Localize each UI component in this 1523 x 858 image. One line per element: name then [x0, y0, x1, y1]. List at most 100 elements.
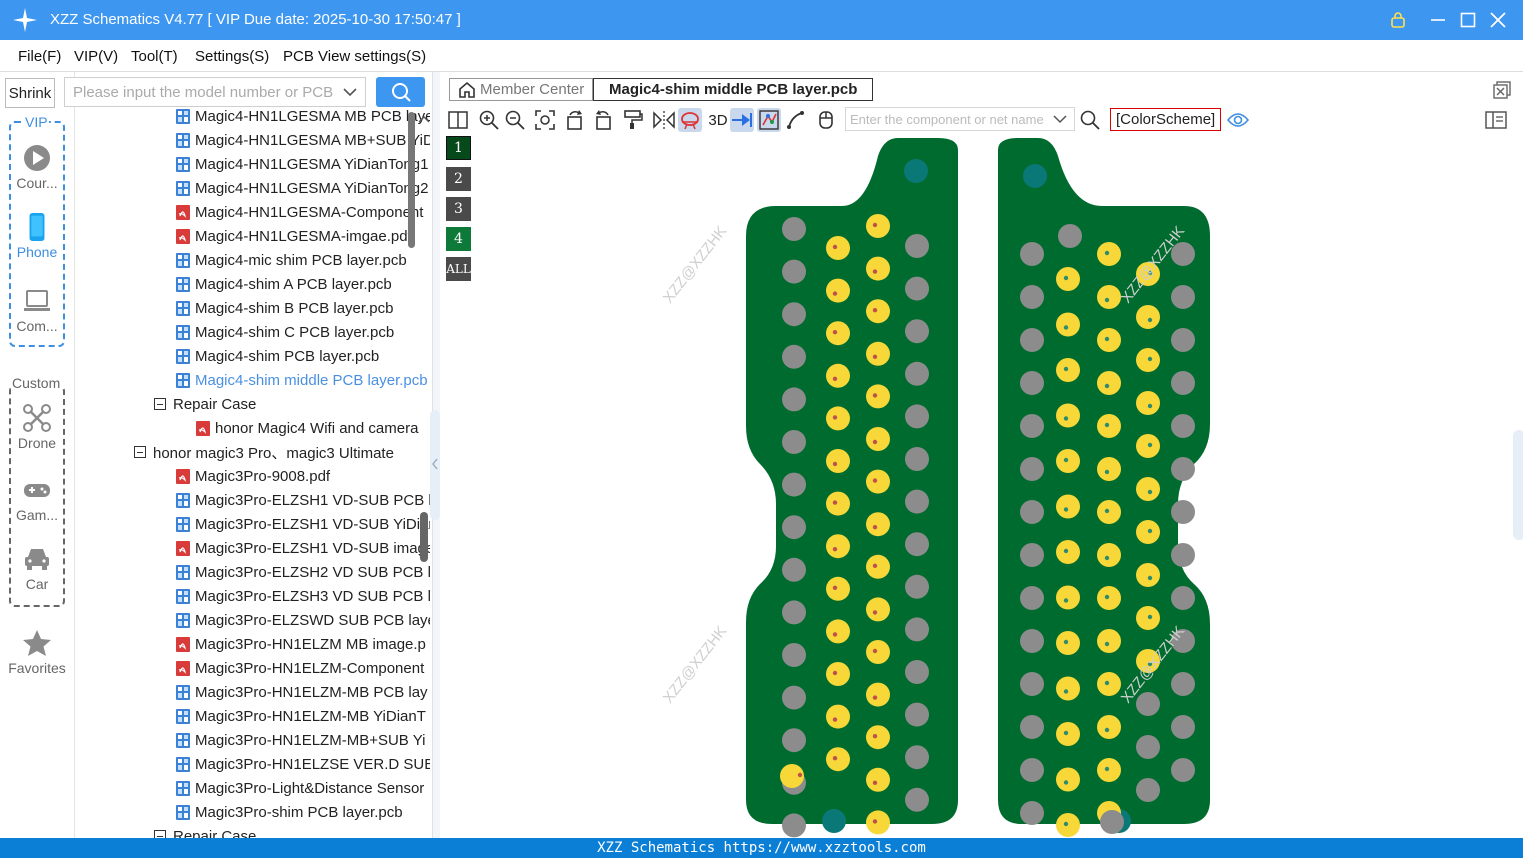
- tree-file[interactable]: Magic3Pro-9008.pdf: [176, 465, 330, 487]
- tree-file[interactable]: Magic4-mic shim PCB layer.pcb: [176, 249, 407, 271]
- tree-file[interactable]: honor Magic4 Wifi and camera: [196, 417, 418, 439]
- search-button[interactable]: [376, 77, 425, 107]
- tree-file[interactable]: Magic4-HN1LGESMA-Component: [176, 201, 423, 223]
- close-tabs-icon[interactable]: [1493, 81, 1511, 99]
- gold-pad: [1097, 543, 1121, 567]
- paint-roller-icon[interactable]: [621, 108, 645, 132]
- maximize-icon[interactable]: [1454, 6, 1482, 34]
- net-view-icon[interactable]: [757, 108, 781, 132]
- tab-active-file[interactable]: Magic4-shim middle PCB layer.pcb: [593, 78, 874, 101]
- pad-via: [1147, 614, 1153, 620]
- home-icon: [459, 81, 475, 98]
- menu-tool[interactable]: Tool(T): [131, 48, 178, 65]
- tree-file[interactable]: Magic4-HN1LGESMA MB PCB laye: [176, 108, 430, 127]
- model-search-input[interactable]: [65, 78, 335, 106]
- tree-file[interactable]: Magic3Pro-HN1ELZSE VER.D SUB I: [176, 753, 430, 775]
- sidebar-item-courses[interactable]: Cour...: [0, 144, 74, 191]
- menu-pcb-view-settings[interactable]: PCB View settings(S): [283, 48, 426, 65]
- hand-pan-icon[interactable]: [814, 108, 838, 132]
- gray-pad: [1020, 758, 1044, 782]
- split-view-icon[interactable]: [446, 108, 470, 132]
- tree-file[interactable]: Magic4-shim A PCB layer.pcb: [176, 273, 392, 295]
- pad-via: [1104, 469, 1110, 475]
- side-panel-icon[interactable]: [1484, 108, 1508, 132]
- layer-toggle-icon[interactable]: [678, 108, 702, 132]
- zoom-in-icon[interactable]: [477, 108, 501, 132]
- tree-file[interactable]: Magic4-shim PCB layer.pcb: [176, 345, 379, 367]
- gray-pad: [905, 276, 929, 301]
- tree-file[interactable]: Magic4-HN1LGESMA YiDianTong2: [176, 177, 428, 199]
- sidebar-item-drone[interactable]: Drone: [0, 404, 74, 451]
- tree-scrollbar-inner[interactable]: [408, 112, 415, 248]
- tree-file[interactable]: Magic3Pro-ELZSH2 VD SUB PCB la: [176, 561, 430, 583]
- right-panel-handle[interactable]: [1513, 430, 1523, 540]
- tree-file[interactable]: Magic3Pro-ELZSWD SUB PCB layer: [176, 609, 430, 631]
- lock-icon[interactable]: [1384, 6, 1412, 34]
- pcb-drawing[interactable]: XZZ@XZZHKXZZ@XZZHKXZZ@XZZHKXZZ@XZZHK: [442, 134, 1523, 838]
- pcb-canvas[interactable]: XZZ@XZZHK XZZ@XZZHK XZZ@XZZHK XZZ@XZZHK: [442, 134, 1523, 838]
- tree-node-label: Magic3Pro-ELZSH3 VD SUB PCB la: [195, 587, 430, 605]
- menu-settings[interactable]: Settings(S): [195, 48, 269, 65]
- collapse-icon[interactable]: [154, 398, 166, 410]
- scroll-up-icon[interactable]: [418, 114, 430, 124]
- tree-file[interactable]: Magic3Pro-HN1ELZM MB image.p: [176, 633, 426, 655]
- tree-file[interactable]: Magic3Pro-HN1ELZM-MB YiDianT: [176, 705, 426, 727]
- mirror-icon[interactable]: [652, 108, 676, 132]
- sidebar-item-games[interactable]: Gam...: [0, 476, 74, 523]
- collapse-icon[interactable]: [134, 446, 146, 458]
- pin-highlight-icon[interactable]: [730, 108, 754, 132]
- sidebar-item-car[interactable]: Car: [0, 545, 74, 592]
- chevron-down-icon[interactable]: [343, 86, 357, 98]
- tree-file[interactable]: Magic3Pro-ELZSH1 VD-SUB image: [176, 537, 430, 559]
- tree-file[interactable]: Magic4-HN1LGESMA YiDianTong1: [176, 153, 428, 175]
- pad-via: [1063, 275, 1069, 281]
- collapse-panel-handle[interactable]: [430, 410, 440, 520]
- component-search-icon[interactable]: [1078, 108, 1102, 132]
- tree-file[interactable]: Magic3Pro-shim PCB layer.pcb: [176, 801, 403, 823]
- tree-file[interactable]: Magic3Pro-HN1ELZM-Component: [176, 657, 424, 679]
- rotate-left-icon[interactable]: [563, 108, 587, 132]
- menu-vip[interactable]: VIP(V): [74, 48, 118, 65]
- tree-folder[interactable]: Repair Case: [154, 393, 256, 415]
- tree-file[interactable]: Magic4-HN1LGESMA MB+SUB YiD: [176, 129, 430, 151]
- layer-all-button[interactable]: ALL: [446, 257, 471, 281]
- sidebar-item-phone[interactable]: Phone: [0, 213, 74, 260]
- layer-1-button[interactable]: 1: [446, 136, 471, 160]
- measure-icon[interactable]: [784, 108, 808, 132]
- pad-via: [1104, 766, 1110, 772]
- tab-member-center[interactable]: Member Center: [449, 78, 594, 101]
- collapse-icon[interactable]: [154, 830, 166, 838]
- chevron-down-icon[interactable]: [1053, 114, 1067, 125]
- tree-folder[interactable]: honor magic3 Pro、magic3 Ultimate: [134, 441, 394, 463]
- close-icon[interactable]: [1484, 6, 1512, 34]
- fit-screen-icon[interactable]: [533, 108, 557, 132]
- sidebar-item-computer[interactable]: Com...: [0, 287, 74, 334]
- layer-2-button[interactable]: 2: [446, 167, 471, 191]
- tree-file[interactable]: Magic4-shim C PCB layer.pcb: [176, 321, 394, 343]
- color-scheme-button[interactable]: [ColorScheme]: [1110, 108, 1222, 131]
- tree-file[interactable]: Magic4-shim middle PCB layer.pcb: [176, 369, 428, 391]
- layer-3-button[interactable]: 3: [446, 197, 471, 221]
- tree-scrollbar[interactable]: [420, 512, 428, 562]
- gold-pad: [1056, 676, 1080, 701]
- tree-node-label: Magic4-HN1LGESMA-imgae.pdf: [195, 227, 412, 245]
- sidebar-item-favorites[interactable]: Favorites: [0, 629, 74, 676]
- layer-4-button[interactable]: 4: [446, 227, 471, 251]
- component-search-input[interactable]: [846, 108, 1046, 130]
- tree-file[interactable]: Magic4-shim B PCB layer.pcb: [176, 297, 393, 319]
- minimize-icon[interactable]: [1424, 6, 1452, 34]
- tree-file[interactable]: Magic3Pro-Light&Distance Sensor: [176, 777, 424, 799]
- tree-file[interactable]: Magic3Pro-HN1ELZM-MB PCB lay: [176, 681, 428, 703]
- menu-file[interactable]: File(F): [18, 48, 61, 65]
- rotate-right-icon[interactable]: [591, 108, 615, 132]
- tree-folder[interactable]: Repair Case: [154, 825, 256, 838]
- tree-file[interactable]: Magic3Pro-ELZSH1 VD-SUB PCB la: [176, 489, 430, 511]
- eye-icon[interactable]: [1226, 108, 1250, 132]
- tree-file[interactable]: Magic3Pro-HN1ELZM-MB+SUB Yi: [176, 729, 425, 751]
- tree-file[interactable]: Magic4-HN1LGESMA-imgae.pdf: [176, 225, 412, 247]
- shrink-button[interactable]: Shrink: [5, 78, 55, 108]
- 3d-view-button[interactable]: 3D: [704, 108, 732, 132]
- zoom-out-icon[interactable]: [503, 108, 527, 132]
- tree-file[interactable]: Magic3Pro-ELZSH3 VD SUB PCB la: [176, 585, 430, 607]
- tree-file[interactable]: Magic3Pro-ELZSH1 VD-SUB YiDiar: [176, 513, 430, 535]
